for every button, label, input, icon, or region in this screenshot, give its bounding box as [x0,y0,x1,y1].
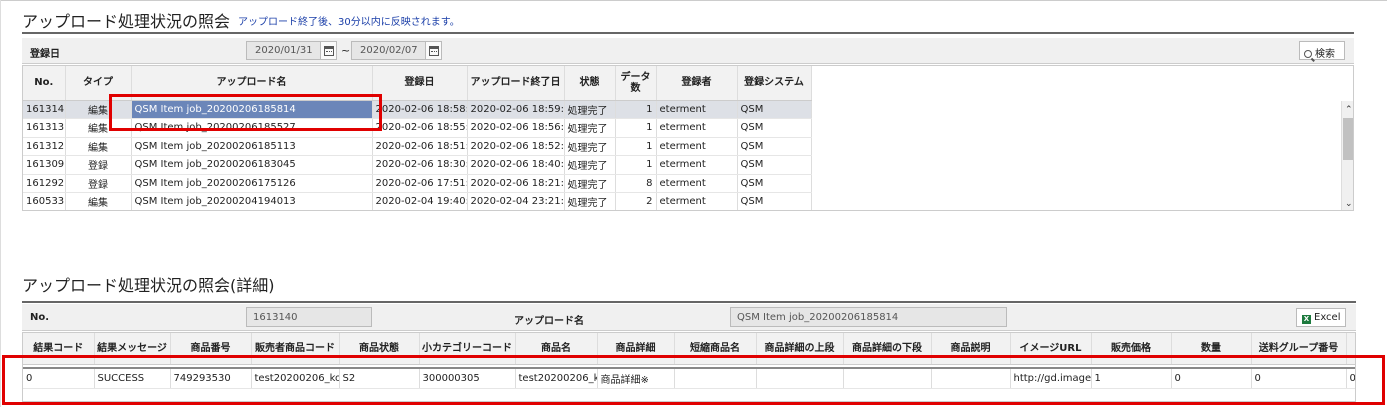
cell-upload-end: 2020-02-06 18:21:3 [467,174,565,193]
cell-status: 処理完了 [564,174,616,193]
search-button[interactable]: 検索 [1299,41,1345,60]
cell-registrant: eterment [656,192,738,210]
col-header-registrant[interactable]: 登録者 [656,66,738,101]
calendar-to-icon[interactable] [425,41,442,60]
registration-date-label: 登録日 [30,49,60,60]
cell-registrant: eterment [656,137,738,156]
cell-registered: 2020-02-06 17:51:2 [372,174,468,193]
cell-upload-end: 2020-02-06 18:59:0 [467,100,565,119]
cell-type: 登録 [65,155,132,175]
detail-upload-name-label: アップロード名 [514,316,584,327]
cell-system: QSM [737,100,812,119]
cell-upload-end: 2020-02-04 23:21:3 [467,192,565,210]
col-header-status[interactable]: 状態 [564,66,616,101]
frame-top-border [0,0,1387,1]
scroll-up-icon[interactable]: ⌃ [1345,105,1353,115]
excel-icon: X [1302,315,1311,324]
filter-bar: 登録日 2020/01/31 ~ 2020/02/07 検索 [22,38,1354,64]
detail-no-field: 1613140 [246,307,372,327]
col-header-registered[interactable]: 登録日 [372,66,468,101]
cell-type: 編集 [65,192,132,210]
cell-upload-end: 2020-02-06 18:52:0 [467,137,565,156]
cell-status: 処理完了 [564,100,616,119]
reflection-note: アップロード終了後、30分以内に反映されます。 [238,17,460,28]
cell-upload-name[interactable]: QSM Item job_20200206185113 [131,137,373,156]
cell-data-count: 1 [615,155,657,175]
cell-data-count: 1 [615,137,657,156]
calendar-from-icon[interactable] [320,41,337,60]
detail-info-bar: No. 1613140 アップロード名 QSM Item job_2020020… [22,304,1356,331]
search-icon [1304,50,1312,58]
cell-no: 161313 [23,118,66,138]
detail-no-label: No. [30,312,50,323]
cell-type: 登録 [65,174,132,193]
detail-upload-name-field: QSM Item job_20200206185814 [730,307,1007,327]
cell-data-count: 1 [615,118,657,138]
date-from-input[interactable]: 2020/01/31 [246,41,321,60]
detail-title-divider [22,301,1356,303]
scroll-thumb[interactable] [1343,118,1353,160]
cell-registrant: eterment [656,174,738,193]
cell-type: 編集 [65,137,132,156]
col-header-system[interactable]: 登録システム [737,66,812,101]
cell-system: QSM [737,118,812,138]
cell-data-count: 1 [615,100,657,119]
title-divider [22,32,1354,34]
cell-no: 161314 [23,100,66,119]
cell-system: QSM [737,137,812,156]
cell-registrant: eterment [656,118,738,138]
cell-no: 160533 [23,192,66,210]
cell-upload-name[interactable]: QSM Item job_20200206175126 [131,174,373,193]
excel-button[interactable]: X Excel [1296,308,1346,327]
table-row[interactable]: 161309 登録 QSM Item job_20200206183045 20… [23,155,812,175]
date-range-separator: ~ [341,44,351,57]
cell-upload-end: 2020-02-06 18:40:0 [467,155,565,175]
cell-status: 処理完了 [564,118,616,138]
scroll-down-icon[interactable]: ⌄ [1345,199,1353,209]
cell-system: QSM [737,192,812,210]
cell-upload-name[interactable]: QSM Item job_20200204194013 [131,192,373,210]
table-row[interactable]: 161292 登録 QSM Item job_20200206175126 20… [23,174,812,193]
cell-status: 処理完了 [564,155,616,175]
cell-system: QSM [737,174,812,193]
cell-registrant: eterment [656,155,738,175]
cell-status: 処理完了 [564,137,616,156]
excel-button-label: Excel [1314,312,1341,323]
cell-data-count: 8 [615,174,657,193]
highlight-box-upload-name [109,94,382,131]
cell-upload-name[interactable]: QSM Item job_20200206183045 [131,155,373,175]
cell-upload-end: 2020-02-06 18:56:0 [467,118,565,138]
detail-title: アップロード処理状況の照会(詳細) [22,276,275,295]
cell-registered: 2020-02-06 18:51:1 [372,137,468,156]
cell-registered: 2020-02-06 18:58:1 [372,100,468,119]
upload-status-grid: No. タイプ アップロード名 登録日 アップロード終了日 状態 データ数 登録… [22,65,1354,211]
cell-data-count: 2 [615,192,657,210]
cell-registered: 2020-02-06 18:30:4 [372,155,468,175]
page-title: アップロード処理状況の照会 [22,12,231,31]
cell-no: 161309 [23,155,66,175]
search-button-label: 検索 [1315,49,1335,60]
col-header-data-count[interactable]: データ数 [615,66,657,101]
highlight-box-detail-row [2,355,1385,405]
cell-no: 161292 [23,174,66,193]
date-to-input[interactable]: 2020/02/07 [351,41,426,60]
cell-system: QSM [737,155,812,175]
cell-registrant: eterment [656,100,738,119]
grid-scrollbar[interactable]: ⌃ ⌄ [1341,101,1353,210]
col-header-upload-end[interactable]: アップロード終了日 [467,66,565,101]
cell-registered: 2020-02-04 19:40:1 [372,192,468,210]
cell-status: 処理完了 [564,192,616,210]
frame-left-border [0,0,1,407]
table-row[interactable]: 160533 編集 QSM Item job_20200204194013 20… [23,192,812,210]
table-row[interactable]: 161312 編集 QSM Item job_20200206185113 20… [23,137,812,156]
cell-registered: 2020-02-06 18:55:2 [372,118,468,138]
cell-no: 161312 [23,137,66,156]
col-header-no[interactable]: No. [23,66,66,101]
